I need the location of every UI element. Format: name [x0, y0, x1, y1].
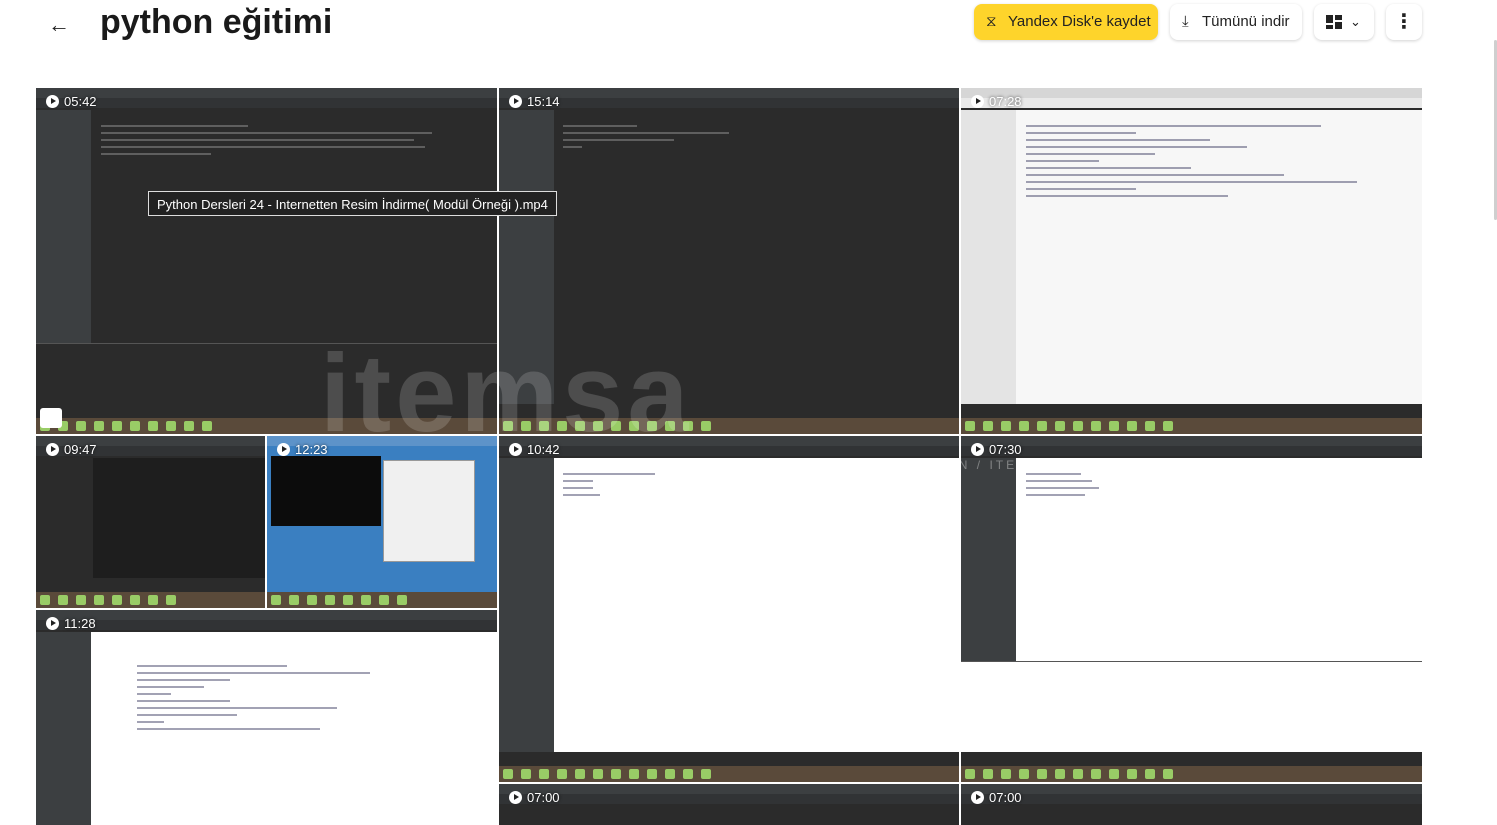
album-title: python eğitimi [100, 3, 333, 41]
video-tile[interactable]: 10:42 [499, 436, 959, 782]
chevron-down-icon: ⌄ [1350, 14, 1361, 29]
select-checkbox[interactable] [40, 408, 62, 428]
video-duration: 07:00 [971, 790, 1022, 806]
video-tile[interactable]: 09:47 [36, 436, 265, 608]
play-icon [277, 443, 290, 456]
play-icon [971, 95, 984, 108]
download-icon: ⤓ [1182, 13, 1189, 30]
play-icon [971, 443, 984, 456]
view-mode-button[interactable]: ⌄ [1314, 4, 1374, 40]
play-icon [971, 791, 984, 804]
download-all-button[interactable]: ⤓ Tümünü indir [1170, 4, 1302, 40]
play-icon [46, 443, 59, 456]
save-to-disk-button[interactable]: ⧖ Yandex Disk'e kaydet [974, 4, 1158, 40]
video-duration: 07:00 [509, 790, 560, 806]
play-icon [46, 617, 59, 630]
video-tile[interactable]: 07:00 [961, 784, 1422, 825]
video-tile[interactable]: 12:23 [267, 436, 497, 608]
video-duration: 07:30 [971, 442, 1022, 458]
video-tile[interactable]: 07:30 [961, 436, 1422, 782]
play-icon [509, 791, 522, 804]
header: ← python eğitimi ⧖ Yandex Disk'e kaydet … [0, 0, 1497, 60]
watermark-subtitle: HESAP / SKIN / ITEM / E-PIN [856, 458, 1097, 472]
download-all-label: Tümünü indir [1202, 13, 1290, 30]
video-duration: 09:47 [46, 442, 97, 458]
save-to-disk-label: Yandex Disk'e kaydet [1008, 13, 1151, 30]
watermark: itemsa [320, 332, 693, 455]
play-icon [509, 95, 522, 108]
video-tile[interactable]: 07:00 [499, 784, 959, 825]
video-duration: 15:14 [509, 94, 560, 110]
video-name-tooltip: Python Dersleri 24 - Internetten Resim İ… [148, 191, 557, 216]
play-icon [46, 95, 59, 108]
video-tile[interactable]: 11:28 [36, 610, 497, 825]
grid-view-icon [1326, 15, 1342, 29]
more-options-button[interactable]: ⋮ [1386, 4, 1422, 40]
video-duration: 11:28 [46, 616, 96, 632]
disk-icon: ⧖ [986, 13, 997, 30]
back-arrow-icon[interactable]: ← [44, 10, 74, 40]
video-tile[interactable]: 07:28 [961, 88, 1422, 434]
video-duration: 05:42 [46, 94, 97, 110]
video-duration: 07:28 [971, 94, 1022, 110]
